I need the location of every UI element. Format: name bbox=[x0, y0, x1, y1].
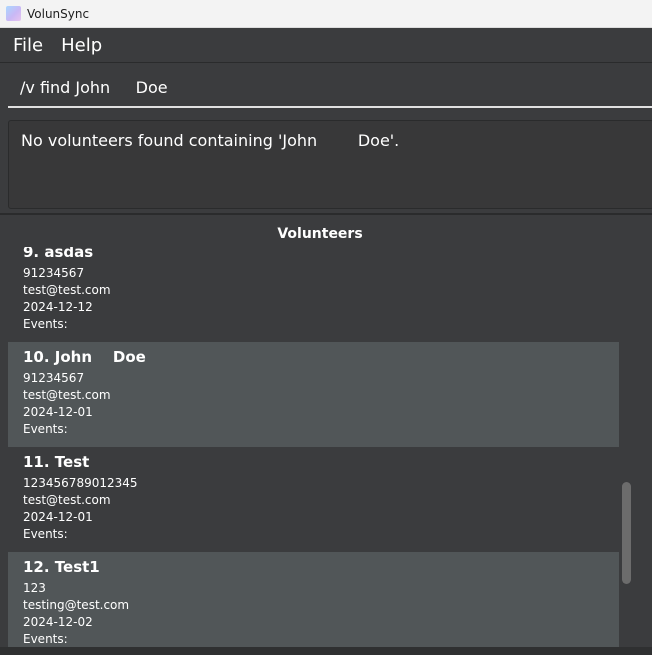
scrollbar-thumb[interactable] bbox=[622, 482, 631, 584]
title-bar: VolunSync bbox=[0, 0, 652, 28]
volunteer-phone: 91234567 bbox=[23, 371, 85, 385]
window-title: VolunSync bbox=[27, 6, 90, 21]
app-logo-icon bbox=[6, 6, 21, 21]
volunteer-date: 2024-12-02 bbox=[23, 615, 93, 629]
volunteer-name: 9. asdas bbox=[23, 247, 94, 261]
volunteer-email: test@test.com bbox=[23, 493, 111, 507]
volunteer-name: 12. Test1 bbox=[23, 558, 100, 576]
menu-help[interactable]: Help bbox=[48, 35, 102, 56]
volunteer-card[interactable]: 9. asdas 91234567 test@test.com 2024-12-… bbox=[8, 247, 619, 342]
volunteer-events: Events: bbox=[23, 422, 68, 436]
list-scrollbar[interactable] bbox=[619, 247, 634, 647]
volunteer-name: 11. Test bbox=[23, 453, 90, 471]
volunteer-events: Events: bbox=[23, 527, 68, 541]
volunteer-phone: 123456789012345 bbox=[23, 476, 138, 490]
volunteer-card[interactable]: 10. John Doe 91234567 test@test.com 2024… bbox=[8, 342, 619, 447]
volunteer-date: 2024-12-12 bbox=[23, 300, 93, 314]
command-box bbox=[8, 68, 652, 108]
volunteer-card[interactable]: 12. Test1 123 testing@test.com 2024-12-0… bbox=[8, 552, 619, 647]
command-input[interactable] bbox=[8, 68, 652, 106]
volunteer-email: test@test.com bbox=[23, 388, 111, 402]
volunteer-card[interactable]: 11. Test 123456789012345 test@test.com 2… bbox=[8, 447, 619, 552]
status-bar bbox=[0, 647, 652, 655]
volunteer-events: Events: bbox=[23, 632, 68, 646]
menu-bar: File Help bbox=[0, 28, 652, 63]
volunteer-email: testing@test.com bbox=[23, 598, 130, 612]
result-message: No volunteers found containing 'John Doe… bbox=[21, 131, 400, 150]
list-header: Volunteers bbox=[277, 226, 363, 242]
volunteer-date: 2024-12-01 bbox=[23, 405, 93, 419]
volunteer-list[interactable]: 9. asdas 91234567 test@test.com 2024-12-… bbox=[8, 247, 619, 647]
volunteer-email: test@test.com bbox=[23, 283, 111, 297]
menu-file[interactable]: File bbox=[0, 35, 43, 56]
panel-divider bbox=[0, 213, 652, 215]
volunteer-phone: 123 bbox=[23, 581, 46, 595]
volunteer-date: 2024-12-01 bbox=[23, 510, 93, 524]
result-display: No volunteers found containing 'John Doe… bbox=[8, 120, 652, 209]
volunteer-name: 10. John Doe bbox=[23, 348, 146, 366]
volunteer-events: Events: bbox=[23, 317, 68, 331]
volunteer-phone: 91234567 bbox=[23, 266, 85, 280]
